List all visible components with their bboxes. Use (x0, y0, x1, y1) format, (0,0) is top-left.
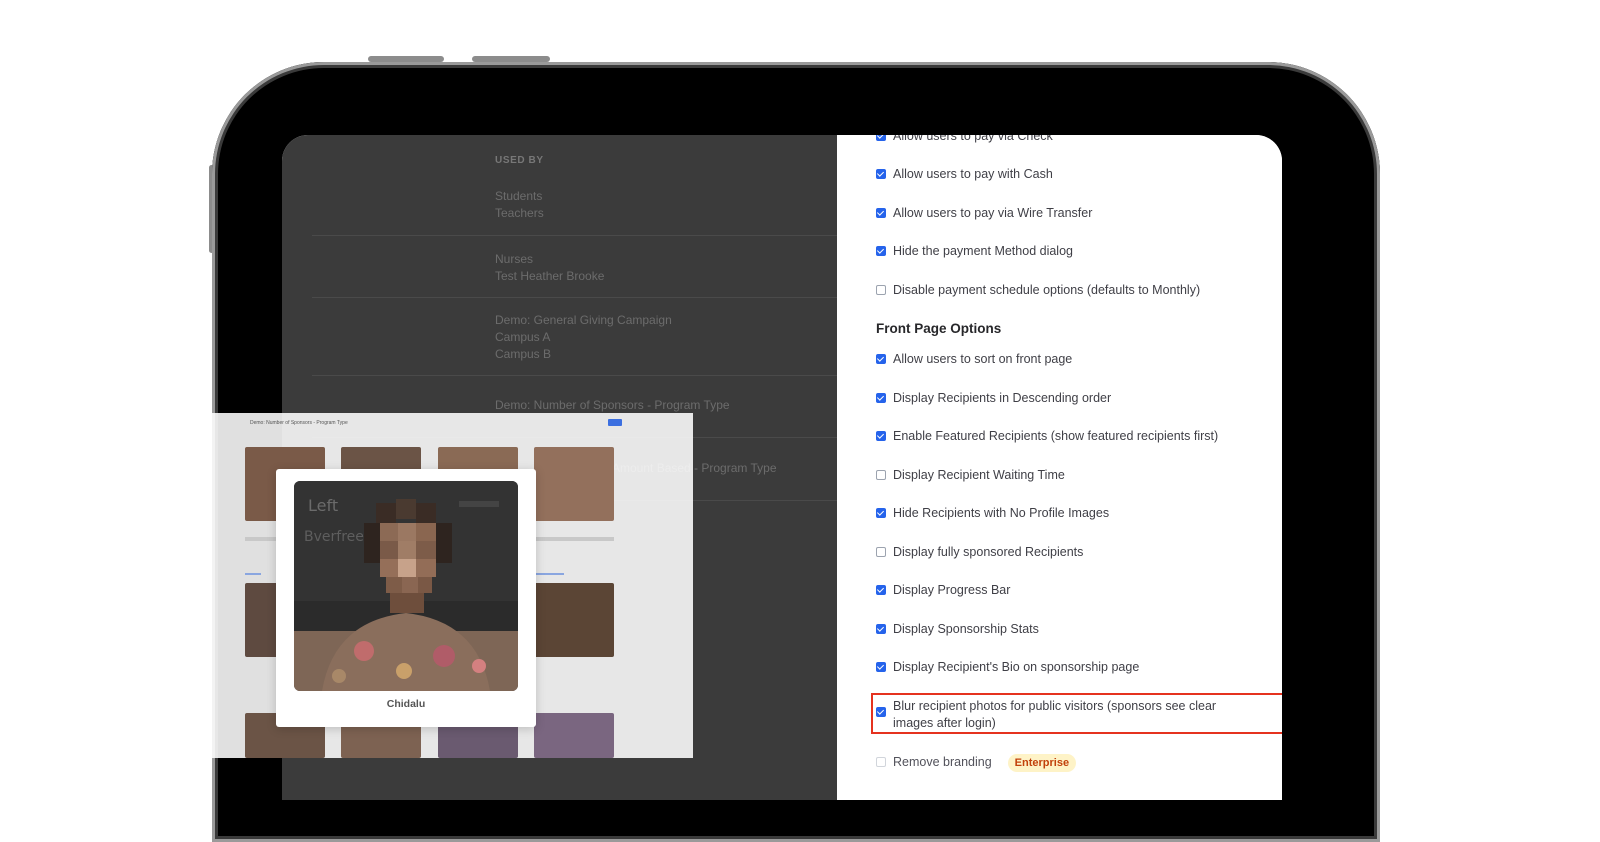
checkbox[interactable] (876, 169, 886, 179)
option-label: Display Recipients in Descending order (893, 391, 1112, 405)
used-by-row: Nurses Test Heather Brooke (495, 252, 605, 283)
recipient-photo: Left Bverfree (294, 481, 518, 691)
row-divider (312, 297, 837, 298)
checkbox[interactable] (876, 431, 886, 441)
svg-text:Left: Left (308, 496, 338, 515)
checkbox[interactable] (876, 135, 886, 141)
checkbox[interactable] (876, 246, 886, 256)
recipient-card[interactable]: Left Bverfree Chidalu (276, 469, 536, 727)
option-fully-sponsored[interactable]: Display fully sponsored Recipients (876, 544, 1083, 561)
option-remove-branding[interactable]: Remove branding Enterprise (876, 754, 1077, 772)
option-label: Hide the payment Method dialog (893, 244, 1073, 258)
enterprise-badge: Enterprise (1007, 754, 1077, 772)
row-divider (312, 235, 837, 236)
option-label: Hide Recipients with No Profile Images (893, 506, 1110, 520)
used-by-row: Students Teachers (495, 189, 544, 220)
option-label: Display Progress Bar (893, 583, 1011, 597)
option-label: Disable payment schedule options (defaul… (893, 283, 1201, 297)
option-waiting-time[interactable]: Display Recipient Waiting Time (876, 467, 1065, 484)
checkbox[interactable] (876, 508, 886, 518)
used-by-row: Demo: General Giving Campaign Campus A C… (495, 313, 672, 361)
option-sort-front-page[interactable]: Allow users to sort on front page (876, 351, 1072, 368)
recipient-thumbnail (534, 447, 614, 521)
checkbox[interactable] (876, 470, 886, 480)
recipient-thumbnail (534, 713, 614, 758)
mini-progress-bar (534, 573, 564, 575)
checkbox[interactable] (876, 757, 886, 767)
checkbox[interactable] (876, 707, 886, 717)
blurred-photo-image: Left Bverfree (294, 481, 518, 691)
option-label: Allow users to pay via Wire Transfer (893, 206, 1093, 220)
option-pay-wire[interactable]: Allow users to pay via Wire Transfer (876, 205, 1092, 222)
option-hide-payment-dialog[interactable]: Hide the payment Method dialog (876, 243, 1073, 260)
option-sponsorship-stats[interactable]: Display Sponsorship Stats (876, 621, 1039, 638)
recipient-name: Chidalu (386, 698, 426, 710)
used-by-header: USED BY (495, 155, 544, 166)
option-recipient-bio[interactable]: Display Recipient's Bio on sponsorship p… (876, 659, 1139, 676)
option-pay-check[interactable]: Allow users to pay via Check (876, 135, 1053, 145)
option-label: Blur recipient photos for public visitor… (893, 699, 1217, 730)
checkbox[interactable] (876, 662, 886, 672)
option-featured-recipients[interactable]: Enable Featured Recipients (show feature… (876, 428, 1218, 445)
settings-panel: Allow users to pay via Check Allow users… (837, 135, 1282, 800)
checkbox[interactable] (876, 354, 886, 364)
used-by-row: Demo: Number of Sponsors - Program Type (495, 398, 730, 412)
checkbox[interactable] (876, 393, 886, 403)
checkbox[interactable] (876, 547, 886, 557)
mini-caption (534, 537, 614, 541)
option-pay-cash[interactable]: Allow users to pay with Cash (876, 166, 1053, 183)
option-label: Display Recipient Waiting Time (893, 468, 1065, 482)
checkbox[interactable] (876, 585, 886, 595)
recipient-thumbnail (534, 583, 614, 657)
checkbox[interactable] (876, 208, 886, 218)
option-descending-order[interactable]: Display Recipients in Descending order (876, 390, 1111, 407)
option-label: Remove branding (893, 755, 992, 769)
option-label: Allow users to sort on front page (893, 352, 1073, 366)
option-blur-photos[interactable]: Blur recipient photos for public visitor… (876, 698, 1256, 732)
mini-progress-bar (245, 573, 261, 575)
option-label: Allow users to pay via Check (893, 135, 1053, 143)
front-page-options-title: Front Page Options (876, 321, 1002, 336)
option-label: Display Recipient's Bio on sponsorship p… (893, 660, 1140, 674)
option-disable-schedule[interactable]: Disable payment schedule options (defaul… (876, 282, 1200, 299)
option-label: Display Sponsorship Stats (893, 622, 1039, 636)
option-hide-no-image[interactable]: Hide Recipients with No Profile Images (876, 505, 1109, 522)
option-progress-bar[interactable]: Display Progress Bar (876, 582, 1010, 599)
mini-button (608, 419, 622, 426)
checkbox[interactable] (876, 285, 886, 295)
svg-text:Bverfree: Bverfree (304, 529, 364, 545)
option-label: Display fully sponsored Recipients (893, 545, 1084, 559)
option-label: Enable Featured Recipients (show feature… (893, 429, 1219, 443)
option-label: Allow users to pay with Cash (893, 167, 1053, 181)
row-divider (312, 375, 837, 376)
mini-page-title: Demo: Number of Sponsors - Program Type (250, 420, 348, 426)
checkbox[interactable] (876, 624, 886, 634)
